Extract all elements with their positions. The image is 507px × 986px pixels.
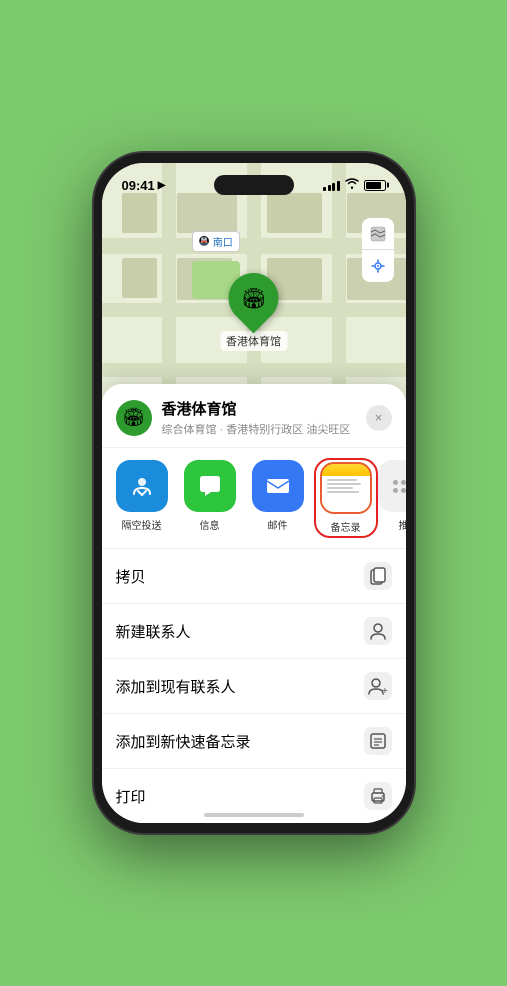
signal-bar-4 <box>337 181 340 191</box>
share-more[interactable]: 推 <box>384 460 406 532</box>
copy-svg <box>370 567 386 585</box>
messages-icon <box>184 460 236 512</box>
action-new-contact[interactable]: 新建联系人 <box>102 604 406 659</box>
location-button[interactable] <box>362 250 394 282</box>
print-icon <box>364 782 392 810</box>
place-name: 香港体育馆 <box>162 398 356 419</box>
map-place-label: 🚇 南口 <box>192 231 240 252</box>
map-type-button[interactable] <box>362 218 394 250</box>
pin-circle: 🏟 <box>218 263 289 334</box>
new-contact-label: 新建联系人 <box>116 621 364 642</box>
mail-icon <box>252 460 304 512</box>
share-mail[interactable]: 邮件 <box>248 460 308 532</box>
map-type-icon <box>370 226 386 242</box>
signal-bar-1 <box>323 187 326 191</box>
new-contact-icon <box>364 617 392 645</box>
add-existing-label: 添加到现有联系人 <box>116 676 364 697</box>
battery-icon <box>364 180 386 191</box>
dynamic-island <box>214 175 294 195</box>
mail-label: 邮件 <box>268 517 288 532</box>
action-add-notes[interactable]: 添加到新快速备忘录 <box>102 714 406 769</box>
status-time: 09:41 ▶ <box>122 178 166 193</box>
share-messages[interactable]: 信息 <box>180 460 240 532</box>
print-svg <box>369 787 387 805</box>
share-airdrop[interactable]: 隔空投送 <box>112 460 172 532</box>
place-header: 🏟 香港体育馆 综合体育馆 · 香港特别行政区 油尖旺区 × <box>102 384 406 448</box>
airdrop-icon <box>116 460 168 512</box>
copy-icon <box>364 562 392 590</box>
place-icon: 🏟 <box>116 400 152 436</box>
signal-bars-icon <box>323 180 340 191</box>
mail-svg <box>263 471 293 501</box>
navigation-arrow: ▶ <box>158 180 166 191</box>
airdrop-label: 隔空投送 <box>122 517 162 532</box>
place-label-text: 南口 <box>213 234 233 249</box>
phone-screen: 09:41 ▶ <box>102 163 406 823</box>
copy-label: 拷贝 <box>116 566 364 587</box>
map-controls <box>362 218 394 282</box>
add-existing-svg: + <box>368 677 388 695</box>
signal-bar-3 <box>332 183 335 191</box>
close-button[interactable]: × <box>366 405 392 431</box>
messages-svg <box>195 471 225 501</box>
more-icon <box>378 460 406 512</box>
venue-icon: 🏟 <box>122 407 145 428</box>
signal-bar-2 <box>328 185 331 191</box>
home-indicator <box>204 813 304 817</box>
bottom-sheet: 🏟 香港体育馆 综合体育馆 · 香港特别行政区 油尖旺区 × <box>102 384 406 823</box>
notes-icon <box>320 462 372 514</box>
location-pin: 🏟 香港体育馆 <box>220 273 287 351</box>
notes-label: 备忘录 <box>331 519 361 534</box>
action-add-existing[interactable]: 添加到现有联系人 + <box>102 659 406 714</box>
airdrop-svg <box>128 472 156 500</box>
share-notes[interactable]: 备忘录 <box>316 460 376 536</box>
share-row: 隔空投送 信息 <box>102 448 406 549</box>
svg-text:+: + <box>382 686 388 695</box>
print-label: 打印 <box>116 786 364 807</box>
battery-fill <box>366 182 381 189</box>
stadium-icon: 🏟 <box>241 286 266 311</box>
time-label: 09:41 <box>122 178 155 193</box>
add-existing-icon: + <box>364 672 392 700</box>
action-copy[interactable]: 拷贝 <box>102 549 406 604</box>
status-icons <box>323 178 386 192</box>
more-label: 推 <box>399 517 406 532</box>
add-notes-label: 添加到新快速备忘录 <box>116 731 364 752</box>
new-contact-svg <box>369 622 387 640</box>
wifi-icon <box>345 178 359 192</box>
notes-lines <box>322 476 370 512</box>
metro-icon: 🚇 <box>199 236 210 247</box>
phone-frame: 09:41 ▶ <box>94 153 414 833</box>
messages-label: 信息 <box>200 517 220 532</box>
location-icon <box>371 259 385 273</box>
add-notes-icon <box>364 727 392 755</box>
place-subtitle: 综合体育馆 · 香港特别行政区 油尖旺区 <box>162 421 356 437</box>
place-info: 香港体育馆 综合体育馆 · 香港特别行政区 油尖旺区 <box>162 398 356 437</box>
add-notes-svg <box>369 732 387 750</box>
pin-label: 香港体育馆 <box>220 331 287 351</box>
